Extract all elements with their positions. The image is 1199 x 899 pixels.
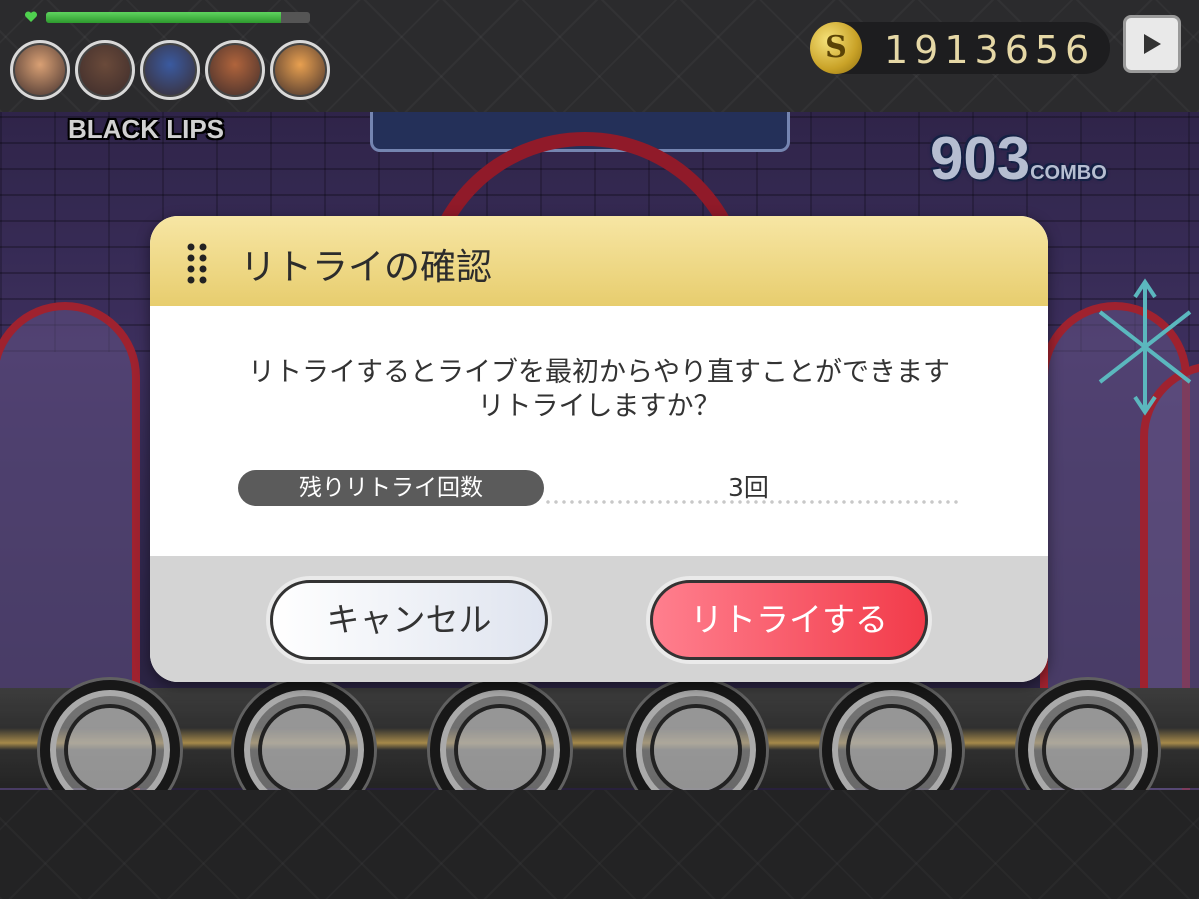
avatar <box>10 40 70 100</box>
score-display: S 1913656 <box>810 22 1110 74</box>
avatar <box>140 40 200 100</box>
avatar <box>205 40 265 100</box>
dialog-header: リトライの確認 <box>150 216 1048 306</box>
idol-avatars <box>10 40 330 100</box>
grip-dots-icon <box>187 243 207 284</box>
coin-value: 1913656 <box>884 28 1096 72</box>
avatar <box>270 40 330 100</box>
life-gauge <box>46 12 310 23</box>
dialog-title: リトライの確認 <box>240 247 493 288</box>
dialog-footer: キャンセル リトライする <box>150 556 1048 682</box>
heart-icon <box>24 11 38 22</box>
dialog-message: リトライするとライブを最初からやり直すことができます リトライしますか？ <box>150 356 1048 424</box>
coin-icon: S <box>810 22 862 74</box>
remaining-retries-label: 残りリトライ回数 <box>238 470 544 506</box>
avatar <box>75 40 135 100</box>
remaining-retries-value: 3回 <box>728 473 769 502</box>
play-icon <box>1144 34 1161 54</box>
cancel-button[interactable]: キャンセル <box>270 580 548 660</box>
retry-button[interactable]: リトライする <box>650 580 928 660</box>
remaining-retries-row: 残りリトライ回数 3回 <box>238 470 962 506</box>
message-line-1: リトライするとライブを最初からやり直すことができます <box>248 357 950 388</box>
play-button[interactable] <box>1123 15 1181 73</box>
retry-confirm-dialog: リトライの確認 リトライするとライブを最初からやり直すことができます リトライし… <box>150 216 1048 682</box>
message-line-2: リトライしますか？ <box>477 391 721 422</box>
top-hud: S 1913656 <box>0 0 1199 112</box>
life-gauge-fill <box>46 12 281 23</box>
